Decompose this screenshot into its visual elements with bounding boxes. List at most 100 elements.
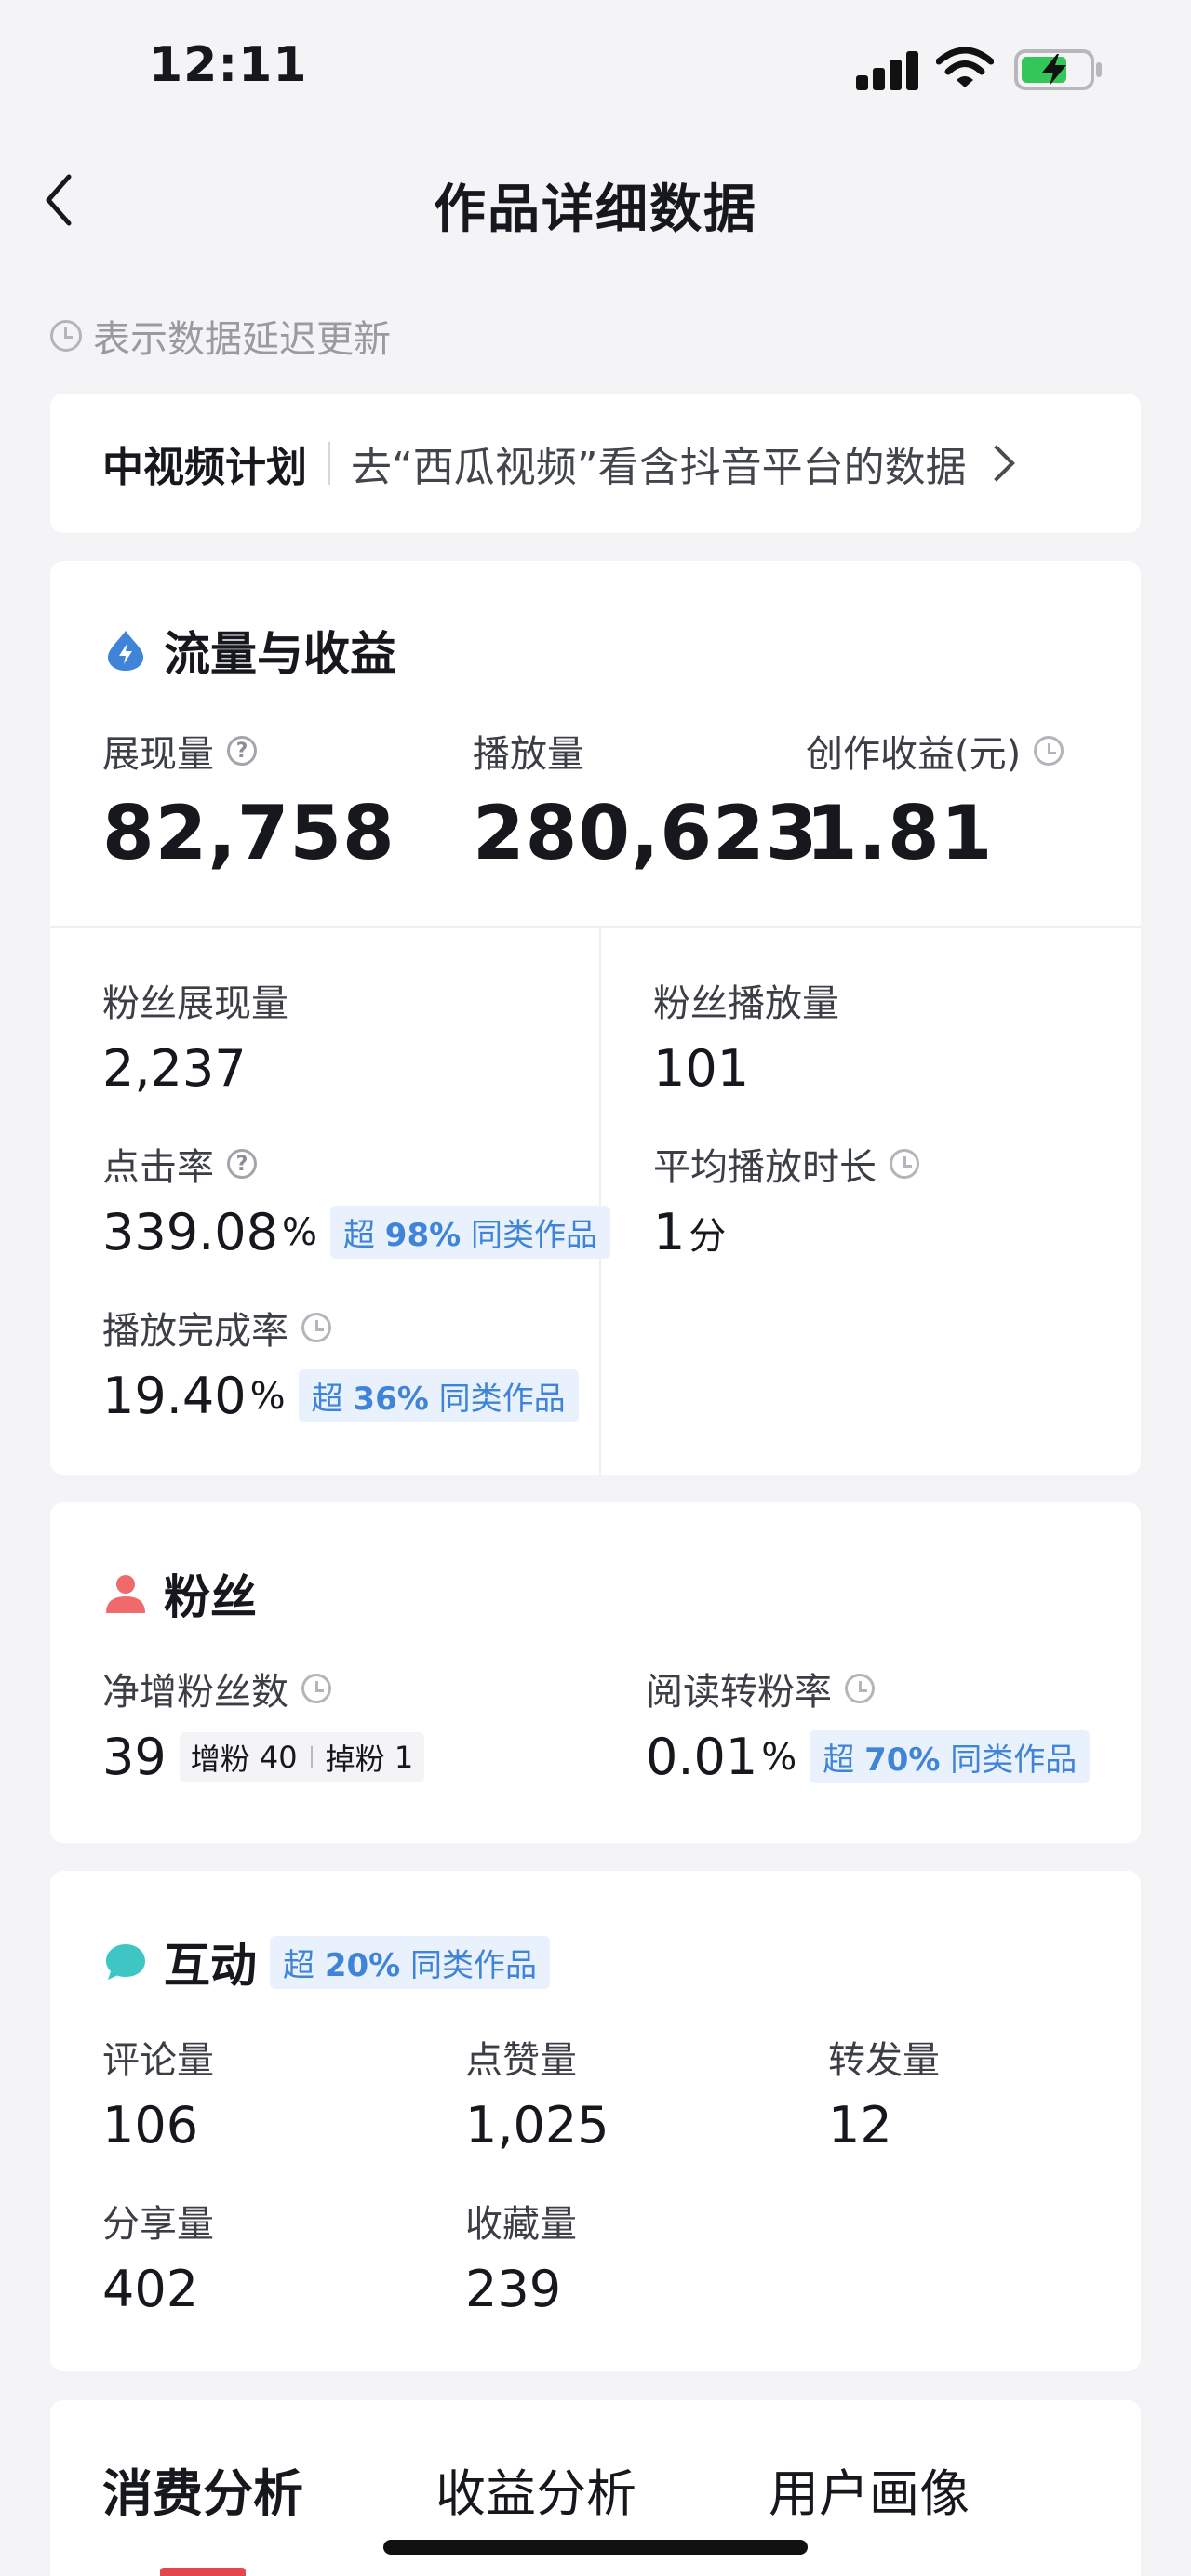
banner-divider	[328, 442, 330, 485]
net-gain-value: 39	[102, 1728, 167, 1786]
flow-section-title: 流量与收益	[104, 617, 396, 684]
tab-user-profile[interactable]: 用户画像	[769, 2452, 970, 2526]
ctr-unit: %	[281, 1210, 317, 1254]
badge-prefix: 超	[823, 1742, 855, 1779]
fans-section-title: 粉丝	[104, 1560, 257, 1627]
revenue-label: 创作收益(元)	[806, 733, 1022, 776]
gain-label: 增粉	[190, 1741, 250, 1777]
delay-note-text: 表示数据延迟更新	[93, 318, 391, 361]
fan-plays-metric: 粉丝播放量 101	[653, 974, 839, 1098]
favorites-metric: 收藏量 239	[465, 2195, 577, 2318]
likes-metric: 点赞量 1,025	[465, 2031, 609, 2155]
fan-impressions-label: 粉丝展现量	[102, 982, 288, 1025]
likes-value: 1,025	[465, 2096, 609, 2155]
help-icon[interactable]: ?	[227, 736, 257, 766]
fan-plays-label: 粉丝播放量	[653, 982, 839, 1025]
banner-text: 去“西瓜视频”看含抖音平台的数据	[351, 444, 967, 491]
chat-bubble-icon	[106, 1944, 145, 1980]
badge-pct: 20%	[324, 1946, 401, 1984]
fans-title-text: 粉丝	[164, 1570, 257, 1624]
status-bar: 12:11	[0, 0, 1191, 140]
revenue-value: 1.81	[806, 790, 994, 876]
ctr-value: 339.08	[102, 1203, 278, 1261]
interaction-title-text: 互动	[164, 1939, 257, 1993]
avg-duration-unit: 分	[689, 1214, 727, 1258]
net-gain-metric: 净增粉丝数 39 增粉 40 掉粉 1	[102, 1662, 425, 1786]
flow-revenue-card: 流量与收益 展现量? 82,758 播放量 280,623 创作收益(元) 1.…	[50, 561, 1141, 1475]
clock-icon	[1034, 736, 1064, 766]
ctr-label: 点击率	[102, 1146, 214, 1189]
likes-label: 点赞量	[465, 2039, 577, 2082]
completion-rank-badge: 超 36% 同类作品	[298, 1369, 579, 1422]
shares-metric: 分享量 402	[102, 2195, 214, 2318]
badge-prefix: 超	[283, 1946, 314, 1984]
banner-title: 中视频计划	[102, 444, 307, 491]
loss-value: 1	[394, 1739, 414, 1775]
active-tab-indicator	[160, 2568, 246, 2576]
conversion-rank-badge: 超 70% 同类作品	[810, 1730, 1091, 1783]
badge-prefix: 超	[311, 1381, 343, 1418]
flow-title-text: 流量与收益	[164, 627, 396, 681]
badge-suffix: 同类作品	[410, 1946, 538, 1984]
conversion-metric: 阅读转粉率 0.01% 超 70% 同类作品	[646, 1662, 1091, 1786]
avg-duration-label: 平均播放时长	[653, 1146, 877, 1189]
interaction-card: 互动 超 20% 同类作品 评论量 106 点赞量 1,025 转发量 12 分…	[50, 1871, 1141, 2371]
badge-suffix: 同类作品	[438, 1381, 566, 1418]
ctr-metric: 点击率? 339.08% 超 98% 同类作品	[102, 1138, 610, 1261]
conversion-unit: %	[761, 1735, 797, 1779]
help-icon[interactable]: ?	[227, 1149, 257, 1179]
favorites-value: 239	[465, 2260, 562, 2318]
plays-metric: 播放量 280,623	[473, 725, 818, 876]
fan-impressions-metric: 粉丝展现量 2,237	[102, 974, 288, 1098]
xigua-banner[interactable]: 中视频计划 去“西瓜视频”看含抖音平台的数据	[50, 394, 1141, 533]
nav-bar: 作品详细数据	[0, 149, 1191, 251]
impressions-metric: 展现量? 82,758	[102, 725, 395, 876]
interaction-rank-badge: 超 20% 同类作品	[270, 1935, 551, 1989]
interaction-section-title: 互动 超 20% 同类作品	[104, 1929, 551, 1995]
tab-revenue-analysis[interactable]: 收益分析	[435, 2452, 636, 2526]
net-gain-label: 净增粉丝数	[102, 1671, 288, 1714]
home-indicator[interactable]	[383, 2540, 808, 2555]
revenue-metric: 创作收益(元) 1.81	[806, 725, 1064, 876]
tab-consumption-analysis[interactable]: 消费分析	[102, 2452, 303, 2526]
conversion-label: 阅读转粉率	[646, 1671, 832, 1714]
comments-label: 评论量	[102, 2039, 214, 2082]
fan-impressions-value: 2,237	[102, 1039, 247, 1098]
page-title: 作品详细数据	[434, 180, 757, 240]
conversion-value: 0.01	[646, 1728, 758, 1786]
chevron-right-icon	[977, 445, 1015, 482]
divider	[310, 1745, 313, 1768]
clock-icon	[845, 1674, 875, 1703]
battery-charging-icon	[1014, 49, 1102, 90]
impressions-label: 展现量	[102, 733, 214, 776]
signal-icon	[856, 51, 919, 90]
clock-icon	[301, 1674, 331, 1703]
reposts-value: 12	[828, 2096, 892, 2155]
badge-pct: 70%	[864, 1742, 941, 1779]
reposts-label: 转发量	[828, 2039, 940, 2082]
wifi-icon	[936, 47, 994, 87]
reposts-metric: 转发量 12	[828, 2031, 940, 2155]
gain-value: 40	[259, 1739, 298, 1775]
avg-duration-metric: 平均播放时长 1分	[653, 1138, 919, 1261]
divider	[50, 926, 1141, 928]
impressions-value: 82,758	[102, 790, 395, 876]
completion-unit: %	[249, 1374, 286, 1418]
badge-pct: 36%	[353, 1381, 429, 1418]
badge-suffix: 同类作品	[470, 1217, 597, 1254]
ctr-rank-badge: 超 98% 同类作品	[329, 1206, 610, 1259]
completion-value: 19.40	[102, 1367, 247, 1425]
flow-drop-icon	[108, 631, 143, 671]
badge-pct: 98%	[384, 1217, 462, 1254]
badge-prefix: 超	[342, 1217, 375, 1254]
fans-card: 粉丝 净增粉丝数 39 增粉 40 掉粉 1 阅读转粉率 0.01% 超 70%…	[50, 1502, 1141, 1843]
shares-value: 402	[102, 2260, 199, 2318]
shares-label: 分享量	[102, 2203, 214, 2246]
badge-suffix: 同类作品	[950, 1742, 1077, 1779]
completion-metric: 播放完成率 19.40% 超 36% 同类作品	[102, 1301, 579, 1425]
fan-plays-value: 101	[653, 1039, 750, 1098]
person-icon	[106, 1575, 145, 1613]
comments-metric: 评论量 106	[102, 2031, 214, 2155]
delay-note: 表示数据延迟更新	[50, 312, 391, 361]
plays-value: 280,623	[473, 790, 819, 876]
